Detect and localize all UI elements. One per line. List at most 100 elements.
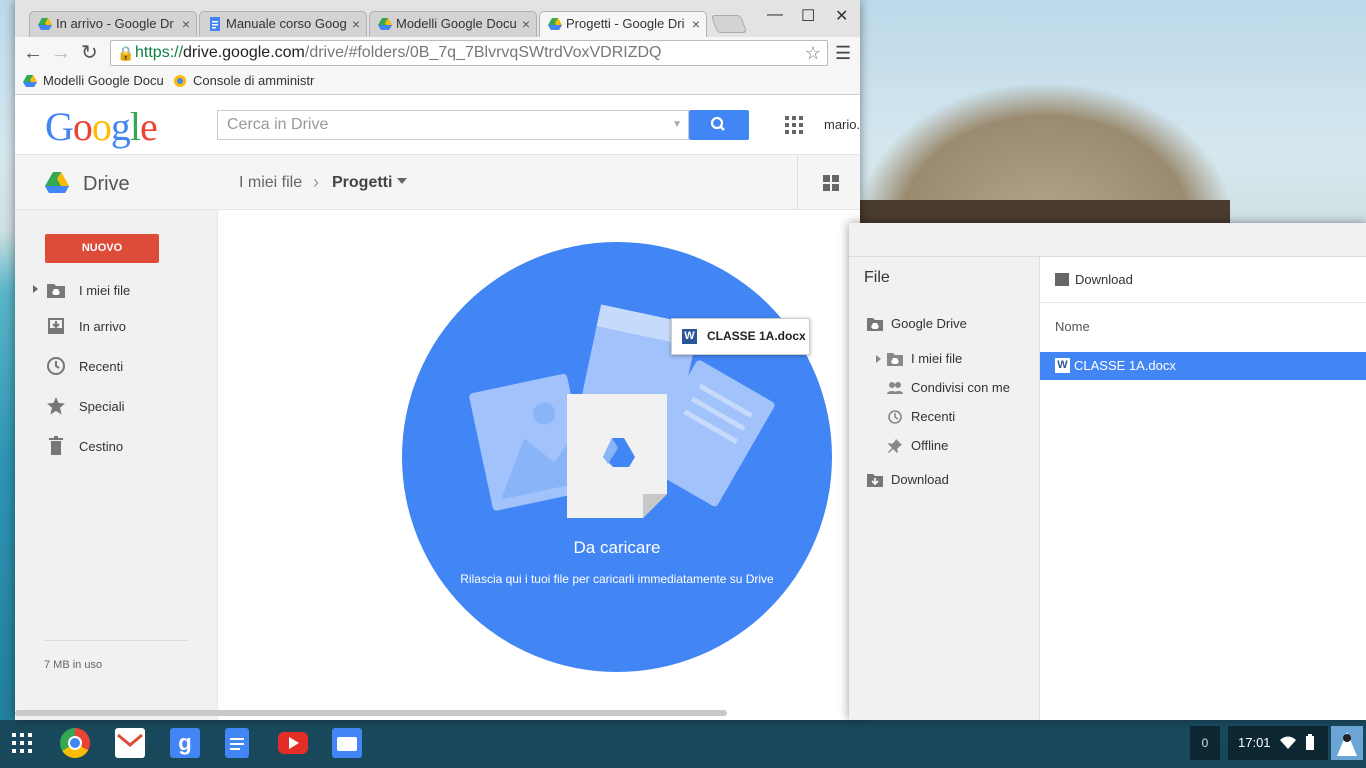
forward-arrow-icon[interactable]: → [51,42,71,64]
files-nav-offline[interactable]: Offline [849,433,1040,459]
tab-modelli[interactable]: Modelli Google Docu × [369,11,537,37]
youtube-icon[interactable] [278,732,308,754]
files-nav-label: I miei file [911,351,963,366]
files-current-folder: Download [1075,272,1133,287]
google-drive-folder-icon [867,318,883,331]
pin-icon [888,439,902,453]
apps-grid-icon[interactable] [785,116,803,134]
chrome-icon[interactable] [60,728,90,758]
bookmark-modelli[interactable]: Modelli Google Docu [23,72,164,90]
tab-in-arrivo[interactable]: In arrivo - Google Dr × [29,11,197,37]
user-avatar[interactable] [1331,726,1363,760]
sidebar-item-incoming[interactable]: In arrivo [15,313,218,341]
tab-manuale-corso[interactable]: Manuale corso Goog × [199,11,367,37]
incoming-icon [48,318,64,334]
sidebar-item-label: Recenti [79,359,124,374]
new-button[interactable]: NUOVO [45,234,159,263]
google-logo[interactable]: Google [45,103,158,150]
files-nav-label: Condivisi con me [911,380,1010,395]
sidebar-item-label: Speciali [79,399,125,414]
upload-drop-circle[interactable]: Da caricare Rilascia qui i tuoi file per… [402,242,832,672]
horizontal-scrollbar[interactable] [15,710,727,716]
tab-close-icon[interactable]: × [692,12,700,36]
drop-zone[interactable]: Da caricare Rilascia qui i tuoi file per… [218,210,860,720]
sidebar-item-starred[interactable]: Speciali [15,393,218,421]
search-input[interactable]: Cerca in Drive ▼ [217,110,689,140]
column-header-label: Nome [1055,319,1090,334]
search-icon [710,116,725,131]
maximize-icon[interactable]: ☐ [801,6,815,26]
files-nav-label: Offline [911,438,949,453]
browser-toolbar: ← → ↻ 🔒 https://drive.google.com/drive/#… [15,37,860,69]
address-bar[interactable]: 🔒 https://drive.google.com/drive/#folder… [110,40,828,66]
new-tab-button[interactable] [710,15,748,33]
tab-close-icon[interactable]: × [522,12,530,36]
drive-title: Drive [83,173,130,195]
google-drive-icon [23,75,37,87]
close-window-icon[interactable]: ✕ [835,6,848,26]
clock-icon [47,357,65,375]
minimize-icon[interactable]: — [767,6,783,24]
files-nav-shared[interactable]: Condivisi con me [849,375,1040,401]
tab-label: In arrivo - Google Dr [56,16,174,31]
breadcrumb-separator-icon: › [313,172,319,192]
bookmark-star-icon[interactable]: ☆ [805,41,821,65]
tab-label: Manuale corso Goog [226,16,347,31]
notification-count[interactable]: 0 [1190,726,1220,760]
download-folder-icon [1055,273,1069,286]
reload-icon[interactable]: ↻ [81,42,98,64]
bookmark-console[interactable]: Console di amministr [173,72,314,90]
back-arrow-icon[interactable]: ← [23,42,43,64]
user-account[interactable]: mario. [824,117,860,132]
files-nav-recent[interactable]: Recenti [849,404,1040,430]
sidebar-item-my-drive[interactable]: I miei file [15,277,218,305]
search-placeholder: Cerca in Drive [227,116,329,133]
clock-time: 17:01 [1238,735,1271,750]
sidebar-item-recent[interactable]: Recenti [15,353,218,381]
folder-menu-dropdown-icon[interactable] [397,178,407,184]
drop-subtitle: Rilascia qui i tuoi file per caricarli i… [460,572,774,586]
docs-icon[interactable] [225,728,249,758]
expand-arrow-icon[interactable] [33,285,38,293]
admin-console-icon [174,75,186,87]
dragged-file-chip[interactable]: W CLASSE 1A.docx [671,318,810,355]
gmail-icon[interactable] [115,728,145,758]
files-nav-label: Google Drive [891,316,967,331]
tab-close-icon[interactable]: × [182,12,190,36]
tab-close-icon[interactable]: × [352,12,360,36]
breadcrumb-my-drive[interactable]: I miei file [239,174,302,192]
grid-view-button[interactable] [797,155,860,210]
battery-icon [1306,734,1314,750]
url-path: /drive/#folders/0B_7q_7BlvrvqSWtrdVoxVDR… [304,44,662,61]
breadcrumb-current-folder[interactable]: Progetti [332,174,392,192]
status-tray[interactable]: 17:01 [1228,726,1328,760]
files-nav-download[interactable]: Download [849,467,1040,493]
search-options-icon[interactable]: ▼ [672,111,682,139]
files-icon[interactable] [332,728,362,758]
trash-icon [49,436,63,455]
my-drive-icon [887,353,903,366]
search-button[interactable] [689,110,749,140]
google-search-icon[interactable]: g [170,728,200,758]
expand-arrow-icon[interactable] [876,355,881,363]
shelf: g 0 17:01 [0,720,1366,768]
chrome-menu-icon[interactable]: ☰ [835,43,851,64]
app-launcher-icon[interactable] [8,729,36,757]
sidebar-item-label: I miei file [79,283,131,298]
tab-label: Progetti - Google Dri [566,16,685,31]
file-name: CLASSE 1A.docx [1074,358,1176,373]
files-heading: File [864,269,890,286]
google-drive-icon [378,18,392,30]
file-row-selected[interactable]: W CLASSE 1A.docx [1040,352,1366,380]
sidebar-item-trash[interactable]: Cestino [15,433,218,461]
files-nav-my-drive[interactable]: I miei file [849,346,1040,372]
files-breadcrumb[interactable]: Download [1055,272,1133,287]
star-icon [47,397,65,415]
files-nav-label: Download [891,472,949,487]
tab-progetti[interactable]: Progetti - Google Dri × [539,11,707,37]
column-header-name[interactable]: Nome [1040,302,1366,352]
google-docs-icon [210,17,220,31]
upload-illustration [469,304,775,518]
files-nav-google-drive[interactable]: Google Drive [849,311,1040,337]
google-drive-icon [38,18,52,30]
